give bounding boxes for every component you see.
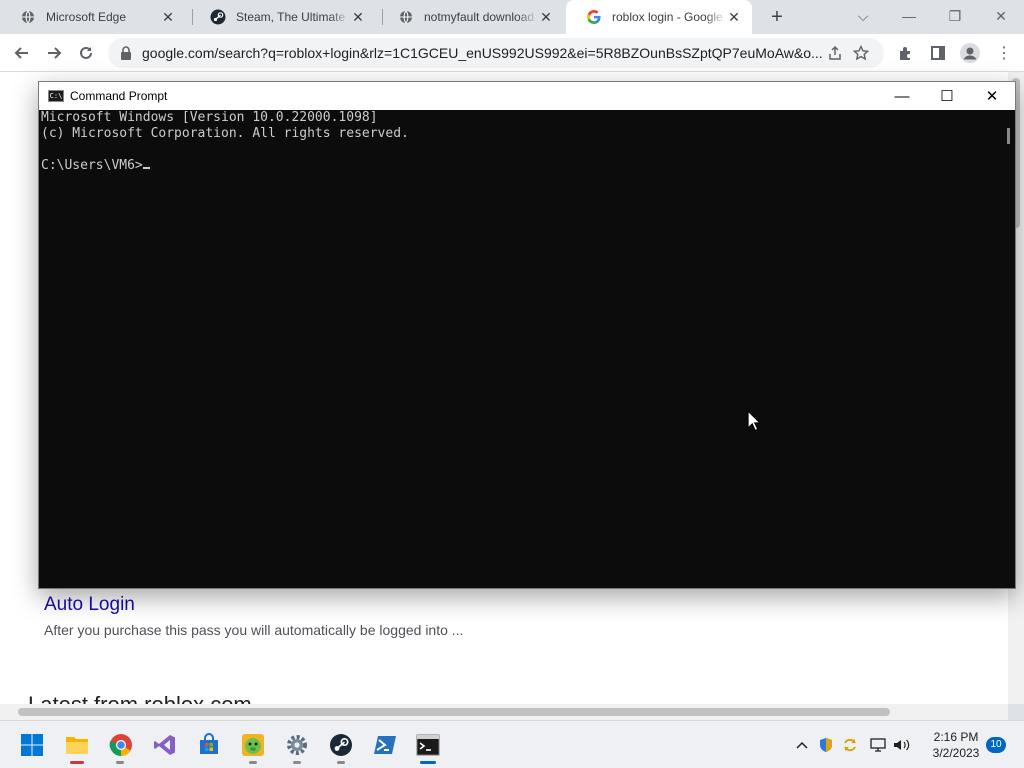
cmd-scrollbar[interactable] [999,110,1015,588]
running-indicator [70,761,84,764]
close-tab-icon[interactable]: ✕ [538,9,554,25]
cmd-title-bar[interactable]: C:\ Command Prompt — ☐ ✕ [39,82,1015,110]
steam-icon [210,9,226,25]
side-panel-icon[interactable] [924,39,952,67]
show-hidden-icons-chevron-icon[interactable] [792,735,812,755]
globe-icon [20,9,36,25]
powershell-icon[interactable] [371,731,399,759]
cmd-maximize-button[interactable]: ☐ [924,82,970,110]
security-shield-icon[interactable] [816,735,836,755]
console-prompt-line[interactable]: C:\Users\VM6> [41,158,997,174]
restore-browser-button[interactable]: ❐ [932,0,978,32]
tab-title: notmyfault download - Google Search [424,10,538,24]
network-icon[interactable] [868,735,888,755]
result-snippet: After you purchase this pass you will au… [44,622,464,638]
clock-date: 3/2/2023 [932,746,980,760]
running-indicator [249,761,257,764]
settings-icon[interactable] [283,731,311,759]
command-prompt-icon: C:\ [48,90,64,102]
close-tab-icon[interactable]: ✕ [160,9,176,25]
tab-title: Steam, The Ultimate Online Game Platform [236,10,350,24]
cmd-console[interactable]: Microsoft Windows [Version 10.0.22000.10… [39,110,999,588]
store-icon[interactable] [195,731,223,759]
cmd-minimize-button[interactable]: — [879,82,925,110]
file-explorer-icon[interactable] [63,731,91,759]
console-line: (c) Microsoft Corporation. All rights re… [41,126,409,141]
running-indicator [116,761,124,764]
page-horizontal-scroll-thumb[interactable] [18,708,890,716]
address-bar[interactable]: google.com/search?q=roblox+login&rlz=1C1… [108,38,884,68]
system-clock[interactable]: 2:16 PM 3/2/2023 [918,729,994,761]
minimize-browser-button[interactable]: — [886,0,932,32]
tab-search-icon[interactable]: ⌵ [840,0,886,32]
console-prompt: C:\Users\VM6> [41,158,143,173]
tab-title: Microsoft Edge [46,10,127,24]
tab-notmyfault[interactable]: notmyfault download - Google Search ✕ [378,0,564,34]
mouse-pointer-icon [747,409,762,437]
result-title-link[interactable]: Auto Login [44,594,135,616]
active-indicator [420,761,436,764]
notification-badge[interactable]: 10 [986,737,1006,753]
tab-roblox-login[interactable]: roblox login - Google Search ✕ [566,0,752,34]
tab-steam[interactable]: Steam, The Ultimate Online Game Platform… [190,0,376,34]
tab-microsoft-edge[interactable]: Microsoft Edge ✕ [0,0,186,34]
running-indicator [337,761,345,764]
running-indicator [293,761,301,764]
reload-icon[interactable] [72,39,100,67]
bookmark-star-icon[interactable] [848,45,874,61]
lock-icon[interactable] [120,46,134,60]
taskbar: 2:16 PM 3/2/2023 10 [0,720,1024,768]
start-icon[interactable] [18,731,46,759]
forward-icon[interactable] [40,39,68,67]
share-icon[interactable] [822,45,848,61]
text-cursor [142,167,150,169]
cmd-scroll-thumb[interactable] [1007,128,1010,144]
cmd-close-button[interactable]: ✕ [969,82,1015,110]
tab-title: roblox login - Google Search [612,10,726,24]
new-tab-button[interactable]: + [764,6,790,28]
console-line: Microsoft Windows [Version 10.0.22000.10… [41,110,378,125]
close-tab-icon[interactable]: ✕ [350,9,366,25]
browser-tab-strip: Microsoft Edge ✕ Steam, The Ultimate Onl… [0,0,1024,34]
sync-icon[interactable] [840,735,860,755]
chrome-icon[interactable] [107,731,135,759]
extensions-icon[interactable] [892,39,920,67]
back-icon[interactable] [8,39,36,67]
profile-avatar[interactable] [956,39,984,67]
command-prompt-window[interactable]: C:\ Command Prompt — ☐ ✕ Microsoft Windo… [38,81,1016,589]
game-icon[interactable] [239,731,267,759]
browser-toolbar: google.com/search?q=roblox+login&rlz=1C1… [0,34,1024,72]
globe-icon [398,9,414,25]
google-icon [586,9,602,25]
url-text: google.com/search?q=roblox+login&rlz=1C1… [142,45,822,61]
visual-studio-icon[interactable] [151,731,179,759]
command-prompt-icon[interactable] [414,731,442,759]
clock-time: 2:16 PM [933,730,979,744]
browser-menu-icon[interactable]: ⋮ [990,39,1018,67]
close-browser-button[interactable]: ✕ [978,0,1024,32]
cmd-title: Command Prompt [70,89,168,103]
close-tab-icon[interactable]: ✕ [726,9,742,25]
section-heading: Latest from roblox.com [28,692,252,704]
steam-icon[interactable] [327,731,355,759]
volume-icon[interactable] [892,735,912,755]
